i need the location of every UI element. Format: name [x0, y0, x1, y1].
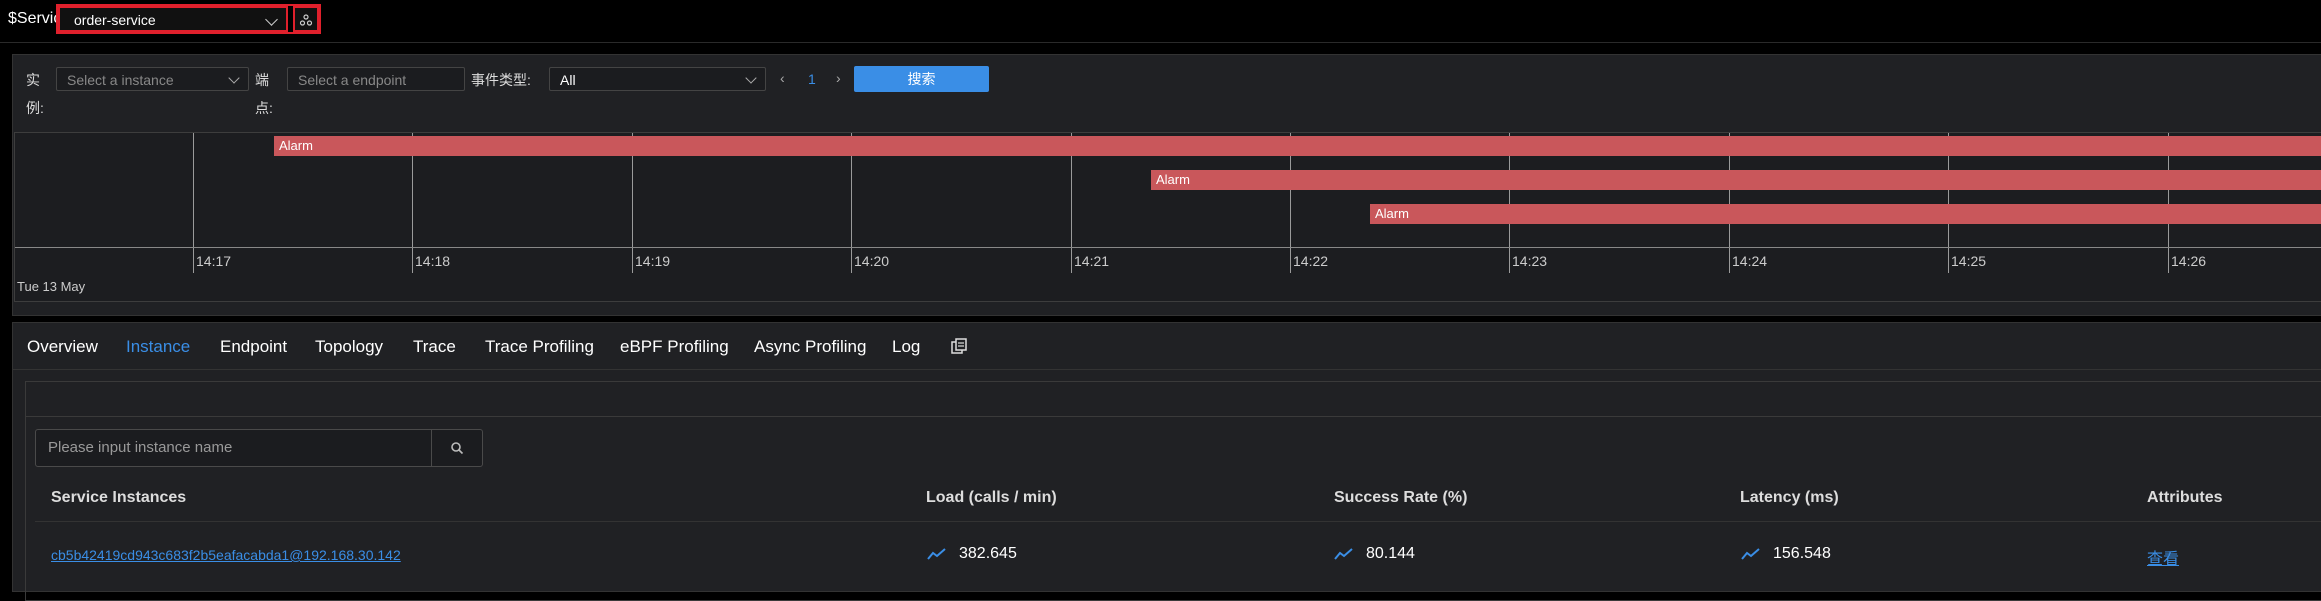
instance-search-input[interactable]: Please input instance name — [35, 429, 483, 467]
instance-search-placeholder: Please input instance name — [48, 439, 233, 456]
table-divider — [35, 521, 2321, 522]
trend-icon[interactable] — [1334, 547, 1354, 561]
attributes-view-link[interactable]: 查看 — [2147, 551, 2179, 568]
timeline-tick: 14:19 — [635, 253, 671, 269]
instance-label: 实 — [26, 72, 40, 88]
column-header-latency: Latency (ms) — [1740, 489, 1839, 506]
events-timeline[interactable]: Alarm Alarm Alarm 14:17 14:18 14:19 14:2… — [14, 132, 2321, 302]
column-header-attributes: Attributes — [2147, 489, 2223, 506]
endpoint-label-2: 点: — [255, 100, 273, 116]
tab-async-profiling[interactable]: Async Profiling — [754, 337, 866, 357]
page-number[interactable]: 1 — [808, 71, 816, 87]
endpoint-label: 端 — [255, 72, 269, 88]
attributes-link[interactable]: 查看 — [2147, 545, 2179, 569]
next-page-button[interactable]: › — [836, 70, 841, 86]
instance-search-button[interactable] — [431, 430, 482, 466]
timeline-gridline — [193, 133, 194, 273]
instance-select[interactable]: Select a instance — [56, 67, 249, 91]
service-select[interactable]: order-service — [58, 6, 288, 32]
column-header-load: Load (calls / min) — [926, 489, 1057, 506]
timeline-tick: 14:23 — [1512, 253, 1548, 269]
event-type-select[interactable]: All — [549, 67, 766, 91]
timeline-tick: 14:21 — [1074, 253, 1110, 269]
timeline-axis — [15, 247, 2321, 248]
timeline-tick: 14:18 — [415, 253, 451, 269]
timeline-date: Tue 13 May — [17, 279, 86, 294]
instance-name[interactable]: cb5b42419cd943c683f2b5eafacabda1@192.168… — [51, 547, 401, 563]
timeline-tick: 14:26 — [2171, 253, 2207, 269]
settings-icon — [299, 14, 313, 26]
tab-endpoint[interactable]: Endpoint — [220, 337, 287, 357]
search-icon — [451, 442, 464, 455]
tab-trace-profiling[interactable]: Trace Profiling — [485, 337, 594, 357]
alarm-event[interactable]: Alarm — [1370, 204, 2321, 224]
timeline-tick: 14:24 — [1732, 253, 1768, 269]
tab-overview[interactable]: Overview — [27, 337, 98, 357]
column-header-success-rate: Success Rate (%) — [1334, 489, 1468, 506]
trend-icon[interactable] — [1741, 547, 1761, 561]
instance-list-container — [25, 381, 2321, 601]
instance-link[interactable]: cb5b42419cd943c683f2b5eafacabda1@192.168… — [51, 547, 401, 565]
trend-icon[interactable] — [927, 547, 947, 561]
chevron-down-icon — [745, 72, 757, 84]
timeline-tick: 14:22 — [1293, 253, 1329, 269]
endpoint-input-placeholder: Select a endpoint — [298, 72, 407, 88]
timeline-tick: 14:25 — [1951, 253, 1987, 269]
alarm-event[interactable]: Alarm — [1151, 170, 2321, 190]
event-type-value: All — [560, 72, 576, 88]
endpoint-input[interactable]: Select a endpoint — [287, 67, 465, 91]
tab-bar: Overview Instance Endpoint Topology Trac… — [13, 323, 2321, 370]
tab-ebpf-profiling[interactable]: eBPF Profiling — [620, 337, 729, 357]
service-select-value: order-service — [74, 12, 156, 28]
instance-label-2: 例: — [26, 100, 44, 116]
instance-select-placeholder: Select a instance — [67, 72, 174, 88]
tab-log[interactable]: Log — [892, 337, 920, 357]
column-header-instances: Service Instances — [51, 489, 187, 506]
instance-latency: 156.548 — [1773, 545, 1831, 562]
timeline-tick: 14:20 — [854, 253, 890, 269]
chevron-down-icon — [265, 13, 278, 26]
copy-icon[interactable] — [950, 337, 968, 355]
container-header — [26, 382, 2321, 417]
top-bar: $Service: order-service — [0, 0, 2321, 43]
instance-success-rate: 80.144 — [1366, 545, 1415, 562]
tab-trace[interactable]: Trace — [413, 337, 456, 357]
search-button[interactable]: 搜索 — [854, 66, 989, 92]
main-panel: Overview Instance Endpoint Topology Trac… — [12, 322, 2321, 601]
timeline-tick: 14:17 — [196, 253, 232, 269]
tab-instance[interactable]: Instance — [126, 337, 190, 357]
alarm-event[interactable]: Alarm — [274, 136, 2321, 156]
chevron-down-icon — [228, 72, 240, 84]
tab-topology[interactable]: Topology — [315, 337, 383, 357]
service-settings-button[interactable] — [293, 6, 319, 32]
event-type-label: 事件类型: — [471, 72, 531, 88]
instance-load: 382.645 — [959, 545, 1017, 562]
prev-page-button[interactable]: ‹ — [780, 70, 785, 86]
